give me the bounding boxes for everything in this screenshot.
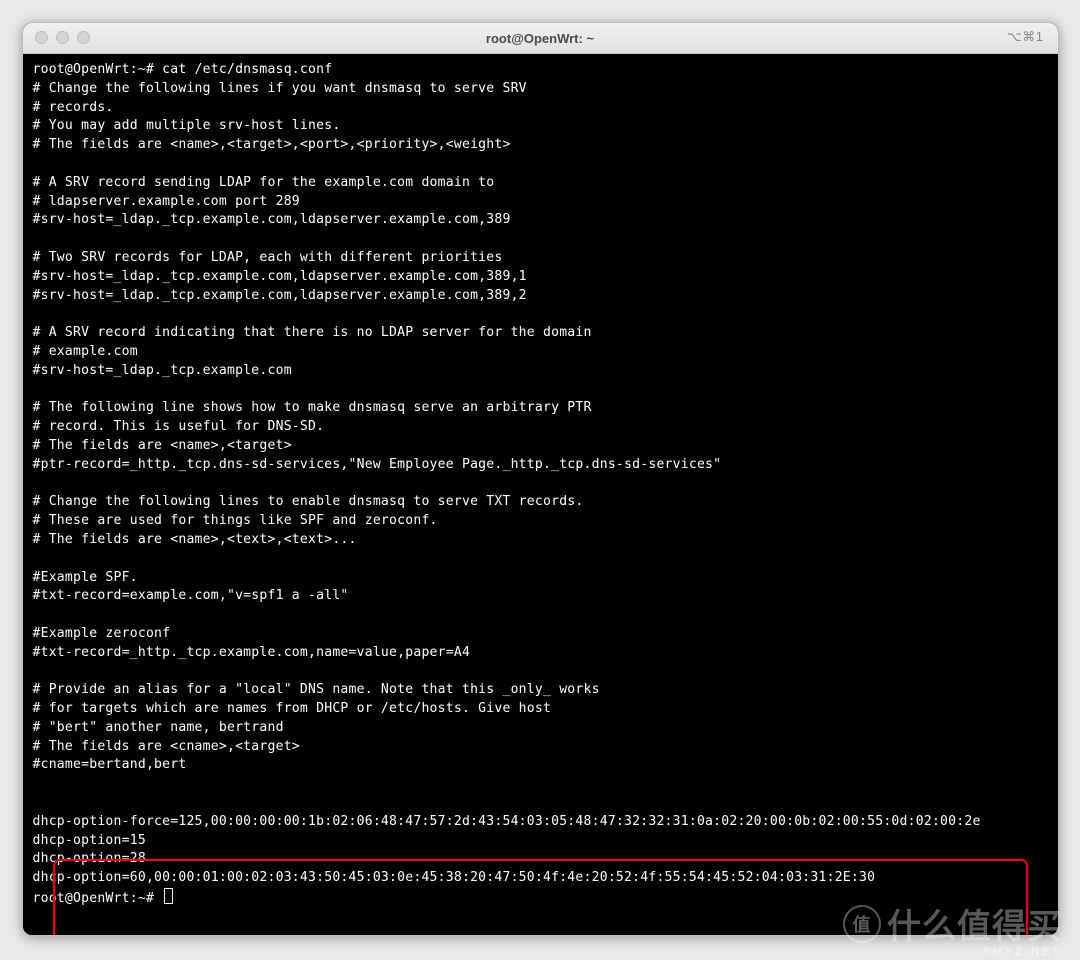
close-icon[interactable]: [35, 31, 48, 44]
prompt-line-1: root@OpenWrt:~# cat /etc/dnsmasq.conf: [33, 62, 333, 77]
file-line: #Example zeroconf: [33, 626, 171, 641]
watermark-url: SMYZ.NET: [982, 946, 1062, 958]
file-line: #cname=bertand,bert: [33, 757, 187, 772]
tab-shortcut: ⌥⌘1: [1007, 29, 1044, 45]
file-line: dhcp-option=60,00:00:01:00:02:03:43:50:4…: [33, 870, 876, 885]
cursor-icon: [164, 888, 173, 904]
file-line: # "bert" another name, bertrand: [33, 720, 284, 735]
zoom-icon[interactable]: [77, 31, 90, 44]
file-line: # Provide an alias for a "local" DNS nam…: [33, 682, 600, 697]
file-line: #srv-host=_ldap._tcp.example.com,ldapser…: [33, 212, 511, 227]
file-line: # record. This is useful for DNS-SD.: [33, 419, 325, 434]
file-line: #srv-host=_ldap._tcp.example.com,ldapser…: [33, 288, 527, 303]
file-line: #Example SPF.: [33, 570, 138, 585]
prompt-line-2: root@OpenWrt:~#: [33, 891, 163, 906]
file-line: # ldapserver.example.com port 289: [33, 194, 300, 209]
file-line: dhcp-option=28: [33, 851, 146, 866]
terminal-window: root@OpenWrt: ~ ⌥⌘1 root@OpenWrt:~# cat …: [22, 22, 1059, 936]
file-line: # The fields are <cname>,<target>: [33, 739, 300, 754]
file-line: #srv-host=_ldap._tcp.example.com: [33, 363, 292, 378]
minimize-icon[interactable]: [56, 31, 69, 44]
file-line: # The fields are <name>,<target>: [33, 438, 292, 453]
window-title: root@OpenWrt: ~: [23, 31, 1058, 46]
file-line: # for targets which are names from DHCP …: [33, 701, 552, 716]
file-line: # A SRV record sending LDAP for the exam…: [33, 175, 495, 190]
file-line: # Change the following lines to enable d…: [33, 494, 584, 509]
file-line: # The fields are <name>,<text>,<text>...: [33, 532, 357, 547]
file-line: # The following line shows how to make d…: [33, 400, 592, 415]
file-line: #txt-record=_http._tcp.example.com,name=…: [33, 645, 471, 660]
file-line: # A SRV record indicating that there is …: [33, 325, 592, 340]
file-line: #txt-record=example.com,"v=spf1 a -all": [33, 588, 349, 603]
terminal-content[interactable]: root@OpenWrt:~# cat /etc/dnsmasq.conf # …: [23, 54, 1058, 935]
file-line: # The fields are <name>,<target>,<port>,…: [33, 137, 511, 152]
file-line: #srv-host=_ldap._tcp.example.com,ldapser…: [33, 269, 527, 284]
file-line: # These are used for things like SPF and…: [33, 513, 438, 528]
file-line: # example.com: [33, 344, 138, 359]
file-line: # Two SRV records for LDAP, each with di…: [33, 250, 503, 265]
titlebar: root@OpenWrt: ~ ⌥⌘1: [23, 23, 1058, 54]
file-line: # records.: [33, 100, 114, 115]
file-line: # Change the following lines if you want…: [33, 81, 527, 96]
traffic-lights: [35, 31, 90, 44]
file-line: dhcp-option=15: [33, 833, 146, 848]
file-line: dhcp-option-force=125,00:00:00:00:1b:02:…: [33, 814, 981, 829]
file-line: #ptr-record=_http._tcp.dns-sd-services,"…: [33, 457, 722, 472]
file-line: # You may add multiple srv-host lines.: [33, 118, 341, 133]
